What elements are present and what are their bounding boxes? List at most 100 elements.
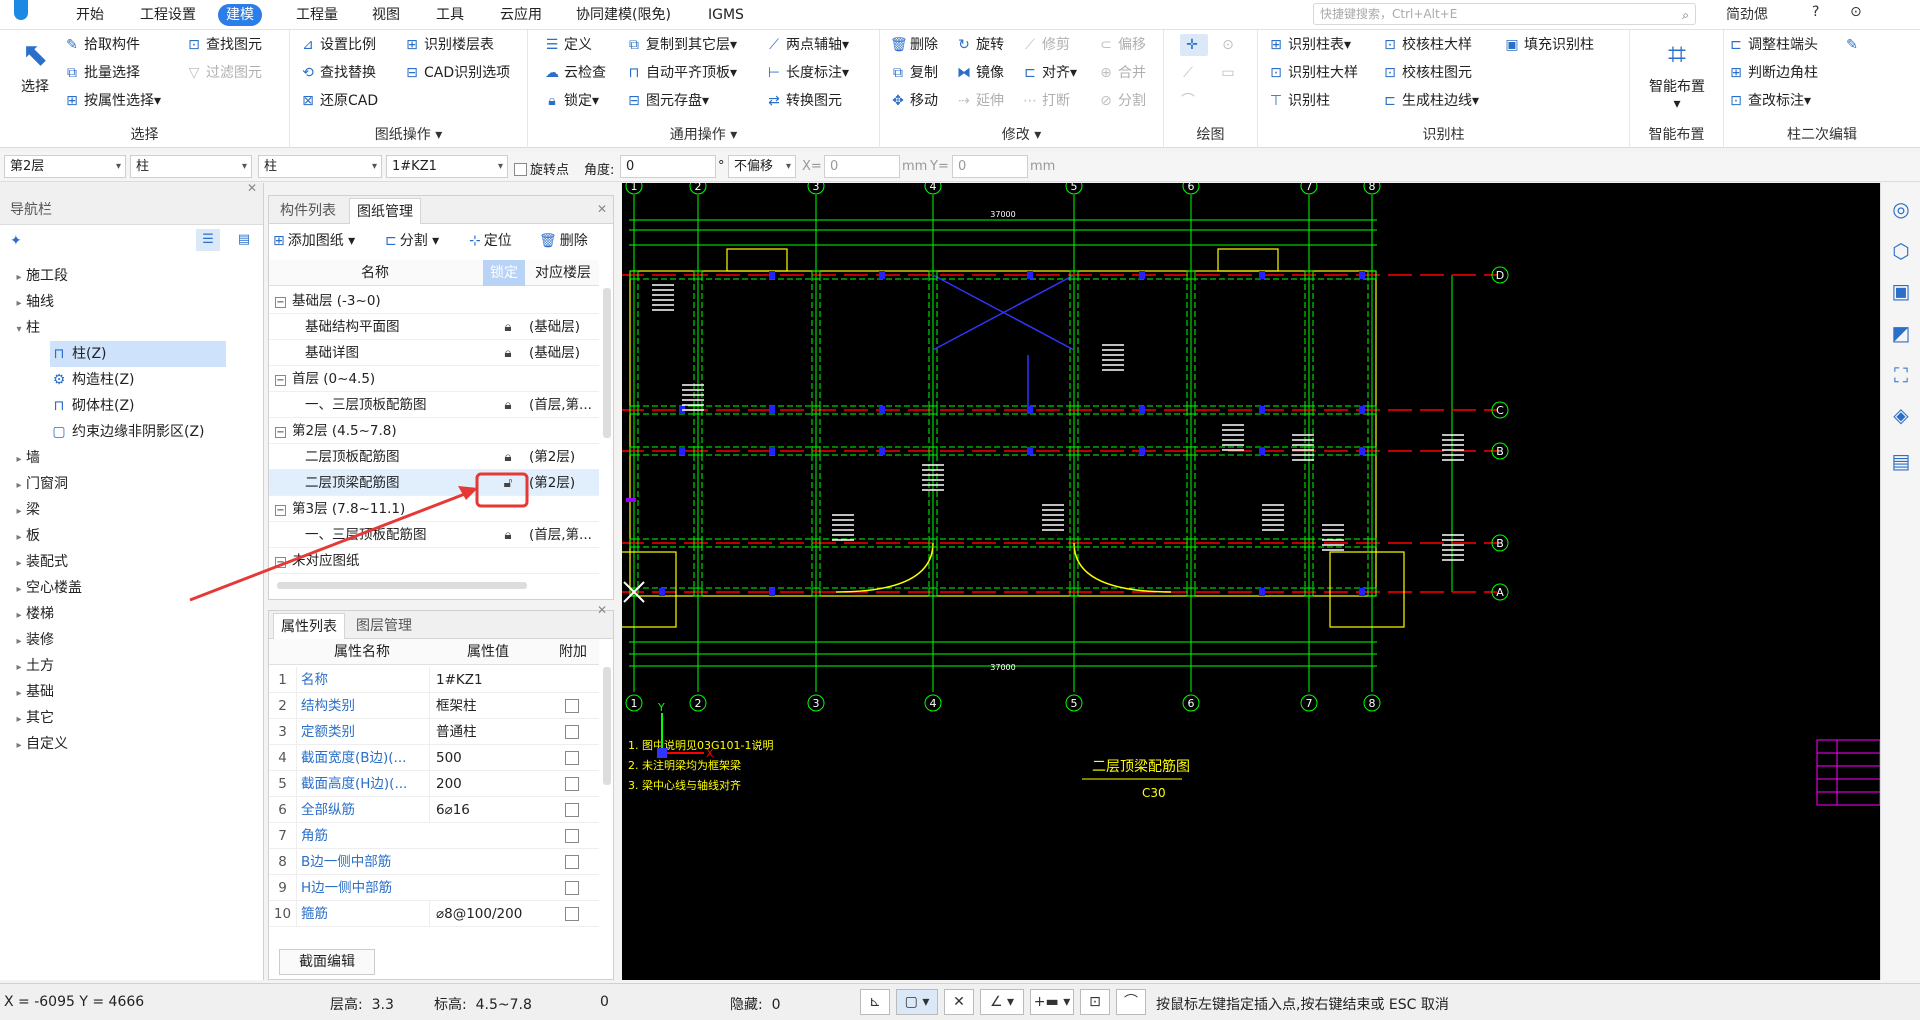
extra-checkbox[interactable] [565,803,579,817]
tab-view[interactable]: 视图 [364,4,408,26]
drawing-row[interactable]: 基础详图 🔒︎ (基础层) [269,340,599,366]
tab-property-list[interactable]: 属性列表 [273,613,345,639]
nav-item-wall[interactable]: ▸ 墙 [0,445,40,471]
view-cube-icon[interactable]: ◩ [1889,321,1913,345]
lock-icon[interactable]: 🔒︎ [493,444,523,470]
nav-sub-constraint-edge[interactable]: ▢ 约束边缘非阴影区(Z) [50,419,204,445]
cad-canvas[interactable]: 1122334455667788DDCCBBBBAA3700037000二层顶梁… [622,183,1880,980]
nav-item-foundation[interactable]: ▸ 基础 [0,679,54,705]
property-row[interactable]: 4 截面宽度(B边)(... 500 [269,745,599,771]
cad-options-button[interactable]: ⊟ CAD识别选项 [404,62,510,84]
move-button[interactable]: ✥ 移动 [890,90,938,112]
nav-item-prefab[interactable]: ▸ 装配式 [0,549,68,575]
nav-sub-column-z[interactable]: ⊓ 柱(Z) [50,341,226,367]
check-column-element-button[interactable]: ⊡ 校核柱图元 [1382,62,1472,84]
tab-project-settings[interactable]: 工程设置 [132,4,204,26]
auto-align-slab-button[interactable]: ⊓ 自动平齐顶板 ▾ [626,62,738,84]
nav-item-construction-section[interactable]: ▸ 施工段 [0,263,68,289]
brush-button[interactable]: ✎ [1844,34,1864,56]
nav-item-stairs[interactable]: ▸ 楼梯 [0,601,54,627]
collapse-icon[interactable]: − [275,375,286,386]
tab-collab[interactable]: 协同建模(限免) [568,4,679,26]
nav-item-custom[interactable]: ▸ 自定义 [0,731,68,757]
tab-quantities[interactable]: 工程量 [288,4,346,26]
shortcut-search-input[interactable]: 快捷键搜索，Ctrl+Alt+E ⌕ [1313,3,1696,25]
type-select[interactable]: 柱 ▾ [130,155,252,178]
drawing-group-row[interactable]: − 未对应图纸 [269,548,599,574]
col-lock[interactable]: 锁定 [483,260,525,286]
recognize-floor-table-button[interactable]: ⊞ 识别楼层表 [404,34,494,56]
nav-item-hollow-floor[interactable]: ▸ 空心楼盖 [0,575,82,601]
generate-column-edge-button[interactable]: ⊏ 生成柱边线 ▾ [1382,90,1479,112]
tab-component-list[interactable]: 构件列表 [273,198,343,224]
angle-toggle-icon[interactable]: ∠ ▾ [980,989,1024,1015]
y-input[interactable]: 0 [952,155,1028,178]
property-row[interactable]: 6 全部纵筋 6⌀16 [269,797,599,823]
close-icon[interactable]: ✕ [597,202,607,216]
lock-icon[interactable]: 🔒︎ [493,392,523,418]
drawing-row[interactable]: 二层顶板配筋图 🔒︎ (第2层) [269,444,599,470]
collapse-icon[interactable]: − [275,297,286,308]
offset-select[interactable]: 不偏移 ▾ [728,155,796,178]
property-row[interactable]: 8 B边一侧中部筋 [269,849,599,875]
collapse-icon[interactable]: − [275,505,286,516]
help-icon[interactable]: ? [1812,4,1819,20]
adjust-column-end-button[interactable]: ⊏ 调整柱端头 [1728,34,1818,56]
drawing-row[interactable]: 一、三层顶板配筋图 🔒︎ (首层,第... [269,392,599,418]
smart-layout-button[interactable]: ⌗ 智能布置 ▾ [1634,32,1720,112]
tab-igms[interactable]: IGMS [700,4,752,26]
arc-draw-button[interactable]: ⌒ [1180,90,1200,112]
cross-toggle-icon[interactable]: ✕ [944,989,974,1015]
extend-button[interactable]: ⇢ 延伸 [956,90,1004,112]
extra-checkbox[interactable] [565,777,579,791]
line-draw-button[interactable]: ⟋ [1180,62,1200,84]
property-row[interactable]: 1 名称 1#KZ1 [269,667,599,693]
tab-cloud[interactable]: 云应用 [492,4,550,26]
convert-element-button[interactable]: ⇄ 转换图元 [766,90,842,112]
angle-input[interactable]: 0 [620,155,716,178]
list-view-icon[interactable]: ☰ [196,229,220,251]
nav-item-axis[interactable]: ▸ 轴线 [0,289,54,315]
mirror-button[interactable]: ⧓ 镜像 [956,62,1004,84]
floor-select[interactable]: 第2层 ▾ [4,155,126,178]
nav-item-other[interactable]: ▸ 其它 [0,705,54,731]
unlock-icon[interactable]: 🔓︎ [493,470,523,496]
property-value[interactable]: 1#KZ1 [429,667,547,693]
tab-start[interactable]: 开始 [68,4,112,26]
lock-icon[interactable]: 🔒︎ [493,522,523,548]
select-big-button[interactable]: ⬉ 选择 [10,32,60,96]
drawing-scrollbar[interactable] [603,288,611,438]
collapse-icon[interactable]: − [275,427,286,438]
align-button[interactable]: ⊏ 对齐 ▾ [1022,62,1077,84]
3d-view-icon[interactable]: ⬡ [1889,239,1913,263]
property-row[interactable]: 2 结构类别 框架柱 [269,693,599,719]
display-toggle-icon[interactable]: ⊡ [1080,989,1110,1015]
property-row[interactable]: 5 截面高度(H边)(... 200 [269,771,599,797]
nav-sub-construct-column[interactable]: ⚙ 构造柱(Z) [50,367,135,393]
property-row[interactable]: 3 定额类别 普通柱 [269,719,599,745]
dynamic-input-icon[interactable]: +▬ ▾ [1030,989,1074,1015]
extra-checkbox[interactable] [565,699,579,713]
drawing-row[interactable]: 基础结构平面图 🔒︎ (基础层) [269,314,599,340]
delete-drawing-button[interactable]: 🗑︎ 删除 [539,230,588,250]
props-scrollbar[interactable] [603,667,611,785]
drawing-row[interactable]: 一、三层顶板配筋图 🔒︎ (首层,第... [269,522,599,548]
define-button[interactable]: ☰ 定义 [544,34,592,56]
locate-drawing-button[interactable]: ⊹ 定位 [469,230,512,250]
batch-select-button[interactable]: ⧉ 批量选择 [64,62,140,84]
find-replace-button[interactable]: ⟲ 查找替换 [300,62,376,84]
nav-sub-masonry-column[interactable]: ⊓ 砌体柱(Z) [50,393,135,419]
subtype-select[interactable]: 柱 ▾ [258,155,382,178]
extra-checkbox[interactable] [565,881,579,895]
settings-icon[interactable]: ⊙ [1850,4,1862,20]
recognize-column-table-button[interactable]: ⊞ 识别柱表 ▾ [1268,34,1351,56]
point-draw-button[interactable]: ✛ [1180,34,1208,56]
delete-button[interactable]: 🗑︎ 删除 [890,34,938,56]
offset-button[interactable]: ⊂ 偏移 [1098,34,1146,56]
break-button[interactable]: ⋯ 打断 [1022,90,1070,112]
close-icon[interactable]: ✕ [597,603,607,617]
check-column-detail-button[interactable]: ⊡ 校核柱大样 [1382,34,1472,56]
snap-toggle-icon[interactable]: ▢ ▾ [896,989,938,1015]
trim-button[interactable]: ⟋ 修剪 [1022,34,1070,56]
fit-view-icon[interactable]: ⛶ [1889,363,1913,387]
